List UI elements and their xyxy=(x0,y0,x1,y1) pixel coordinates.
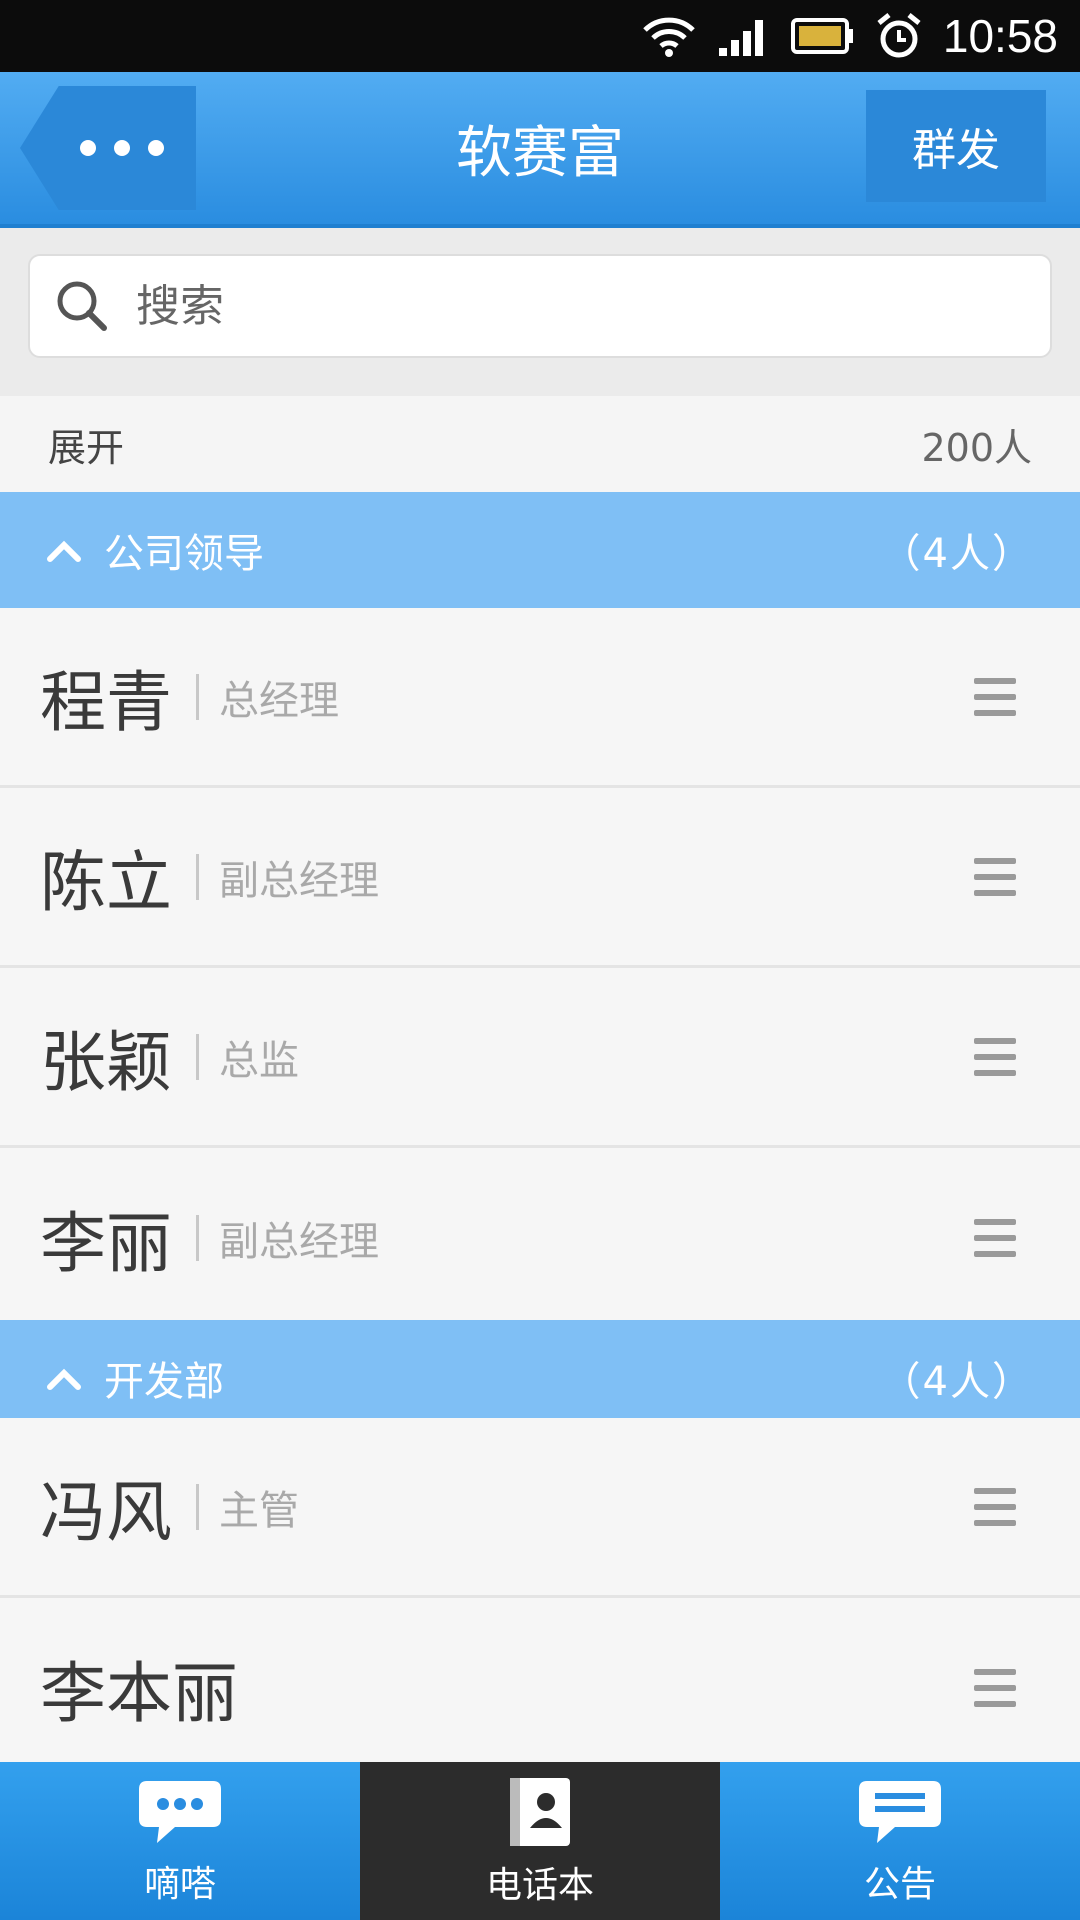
contact-title: 副总经理 xyxy=(219,1219,379,1265)
total-count: 200人 xyxy=(921,425,1032,470)
bottom-nav: 嘀嗒 电话本 公告 xyxy=(0,1762,1080,1920)
contact-title: 主管 xyxy=(219,1487,299,1534)
nav-label: 嘀嗒 xyxy=(143,1864,216,1905)
app-header: 软赛富 群发 xyxy=(0,72,1080,228)
search-input[interactable] xyxy=(134,279,938,333)
menu-icon[interactable] xyxy=(974,1487,1016,1526)
nav-label: 电话本 xyxy=(485,1865,594,1906)
signal-icon xyxy=(717,14,771,58)
chat-bubble-icon xyxy=(135,1775,225,1849)
group-name: 公司领导 xyxy=(104,531,264,577)
contact-row[interactable]: 冯风 主管 xyxy=(0,1418,1080,1598)
divider xyxy=(196,1033,199,1080)
chevron-up-icon xyxy=(46,1355,82,1401)
group-send-button[interactable]: 群发 xyxy=(866,90,1046,202)
menu-icon[interactable] xyxy=(974,1037,1016,1076)
divider xyxy=(196,1215,199,1261)
contact-row[interactable]: 程青 总经理 xyxy=(0,608,1080,788)
contact-name: 张颖 xyxy=(40,1023,172,1101)
contact-row[interactable]: 李丽 副总经理 xyxy=(0,1148,1080,1328)
battery-icon xyxy=(790,16,855,56)
contact-name: 冯风 xyxy=(40,1473,172,1551)
nav-tab-announcement[interactable]: 公告 xyxy=(720,1762,1080,1920)
contact-name: 李本丽 xyxy=(40,1655,238,1732)
chevron-up-icon xyxy=(46,527,82,573)
group-count: （4人） xyxy=(880,1359,1034,1405)
screen: 10:58 软赛富 群发 展开 200人 xyxy=(0,0,1080,1920)
contact-row[interactable]: 陈立 副总经理 xyxy=(0,788,1080,968)
search-box[interactable] xyxy=(28,254,1052,358)
contact-name: 李丽 xyxy=(40,1205,172,1282)
group-count: （4人） xyxy=(880,531,1034,577)
contact-title: 总监 xyxy=(219,1037,299,1084)
summary-row: 展开 200人 xyxy=(0,396,1080,492)
group-name: 开发部 xyxy=(104,1359,224,1405)
alarm-icon xyxy=(875,13,923,59)
divider xyxy=(196,1483,199,1530)
nav-label: 公告 xyxy=(863,1864,936,1905)
wifi-icon xyxy=(641,14,697,58)
contact-title: 总经理 xyxy=(219,677,339,724)
contact-title: 副总经理 xyxy=(219,857,379,904)
nav-tab-chat[interactable]: 嘀嗒 xyxy=(0,1762,360,1920)
menu-icon[interactable] xyxy=(974,1669,1016,1707)
nav-tab-phonebook[interactable]: 电话本 xyxy=(360,1762,720,1920)
contact-name: 陈立 xyxy=(40,843,172,921)
group-header-leadership[interactable]: 公司领导 （4人） xyxy=(0,492,1080,608)
announcement-icon xyxy=(855,1775,945,1849)
menu-icon[interactable] xyxy=(974,677,1016,716)
search-bar xyxy=(0,228,1080,396)
contacts-book-icon xyxy=(502,1774,578,1850)
expand-toggle[interactable]: 展开 xyxy=(48,417,124,472)
search-icon xyxy=(52,276,112,336)
status-bar: 10:58 xyxy=(0,0,1080,72)
status-time: 10:58 xyxy=(942,10,1058,62)
contact-name: 程青 xyxy=(40,663,172,741)
divider xyxy=(196,673,199,720)
divider xyxy=(196,853,199,900)
menu-icon[interactable] xyxy=(974,857,1016,896)
contact-row[interactable]: 李本丽 xyxy=(0,1598,1080,1778)
menu-icon[interactable] xyxy=(974,1219,1016,1257)
contact-row[interactable]: 张颖 总监 xyxy=(0,968,1080,1148)
